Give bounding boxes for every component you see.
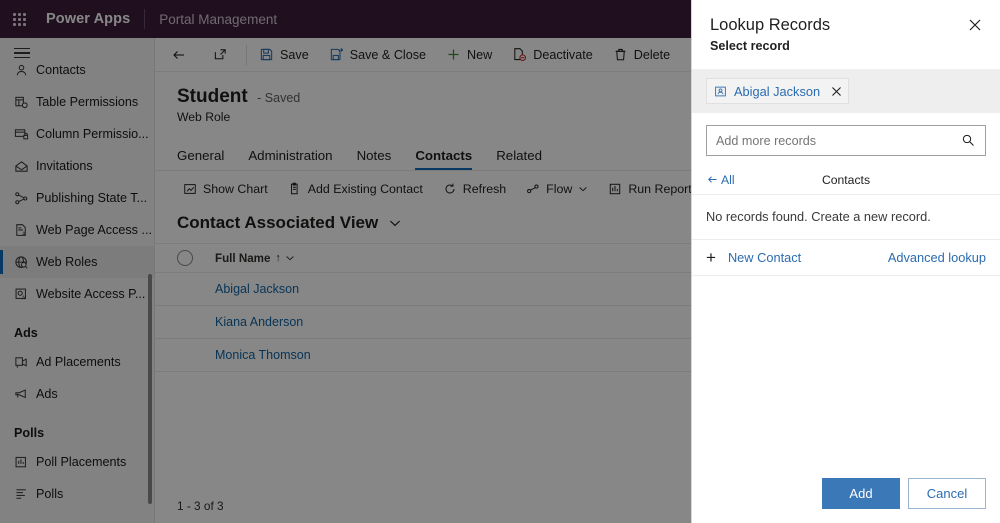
back-arrow-icon — [706, 173, 719, 186]
plus-icon: + — [706, 248, 716, 267]
empty-state-message: No records found. Create a new record. — [692, 195, 1000, 240]
contact-card-icon — [714, 85, 727, 98]
add-button[interactable]: Add — [822, 478, 900, 509]
search-box[interactable] — [706, 125, 986, 156]
all-back-link[interactable]: All — [706, 173, 735, 187]
panel-footer: Add Cancel — [692, 478, 1000, 523]
search-input[interactable] — [707, 133, 952, 148]
lookup-entity-title: Contacts — [821, 172, 871, 187]
close-icon[interactable] — [831, 86, 842, 97]
lookup-search-area — [692, 113, 1000, 156]
close-icon[interactable] — [962, 12, 988, 38]
lookup-actions: + New Contact Advanced lookup — [692, 240, 1000, 276]
lookup-records-panel: Lookup Records Select record Abigal Jack… — [691, 0, 1000, 523]
panel-subtitle: Select record — [710, 39, 790, 53]
panel-title: Lookup Records — [710, 16, 831, 34]
panel-header: Lookup Records Select record — [692, 0, 1000, 53]
search-icon[interactable] — [952, 133, 985, 148]
selected-records-area: Abigal Jackson — [692, 69, 1000, 113]
advanced-lookup-link[interactable]: Advanced lookup — [888, 250, 986, 265]
all-label: All — [721, 172, 735, 187]
chip-label: Abigal Jackson — [734, 83, 821, 99]
lookup-list-header: All Contacts — [692, 165, 1000, 195]
cancel-button[interactable]: Cancel — [908, 478, 986, 509]
new-contact-button[interactable]: + New Contact — [706, 249, 801, 266]
new-contact-label: New Contact — [727, 250, 802, 265]
selected-record-chip[interactable]: Abigal Jackson — [706, 78, 850, 104]
app-root: Power Apps Portal Management Contacts Ta… — [0, 0, 1000, 523]
